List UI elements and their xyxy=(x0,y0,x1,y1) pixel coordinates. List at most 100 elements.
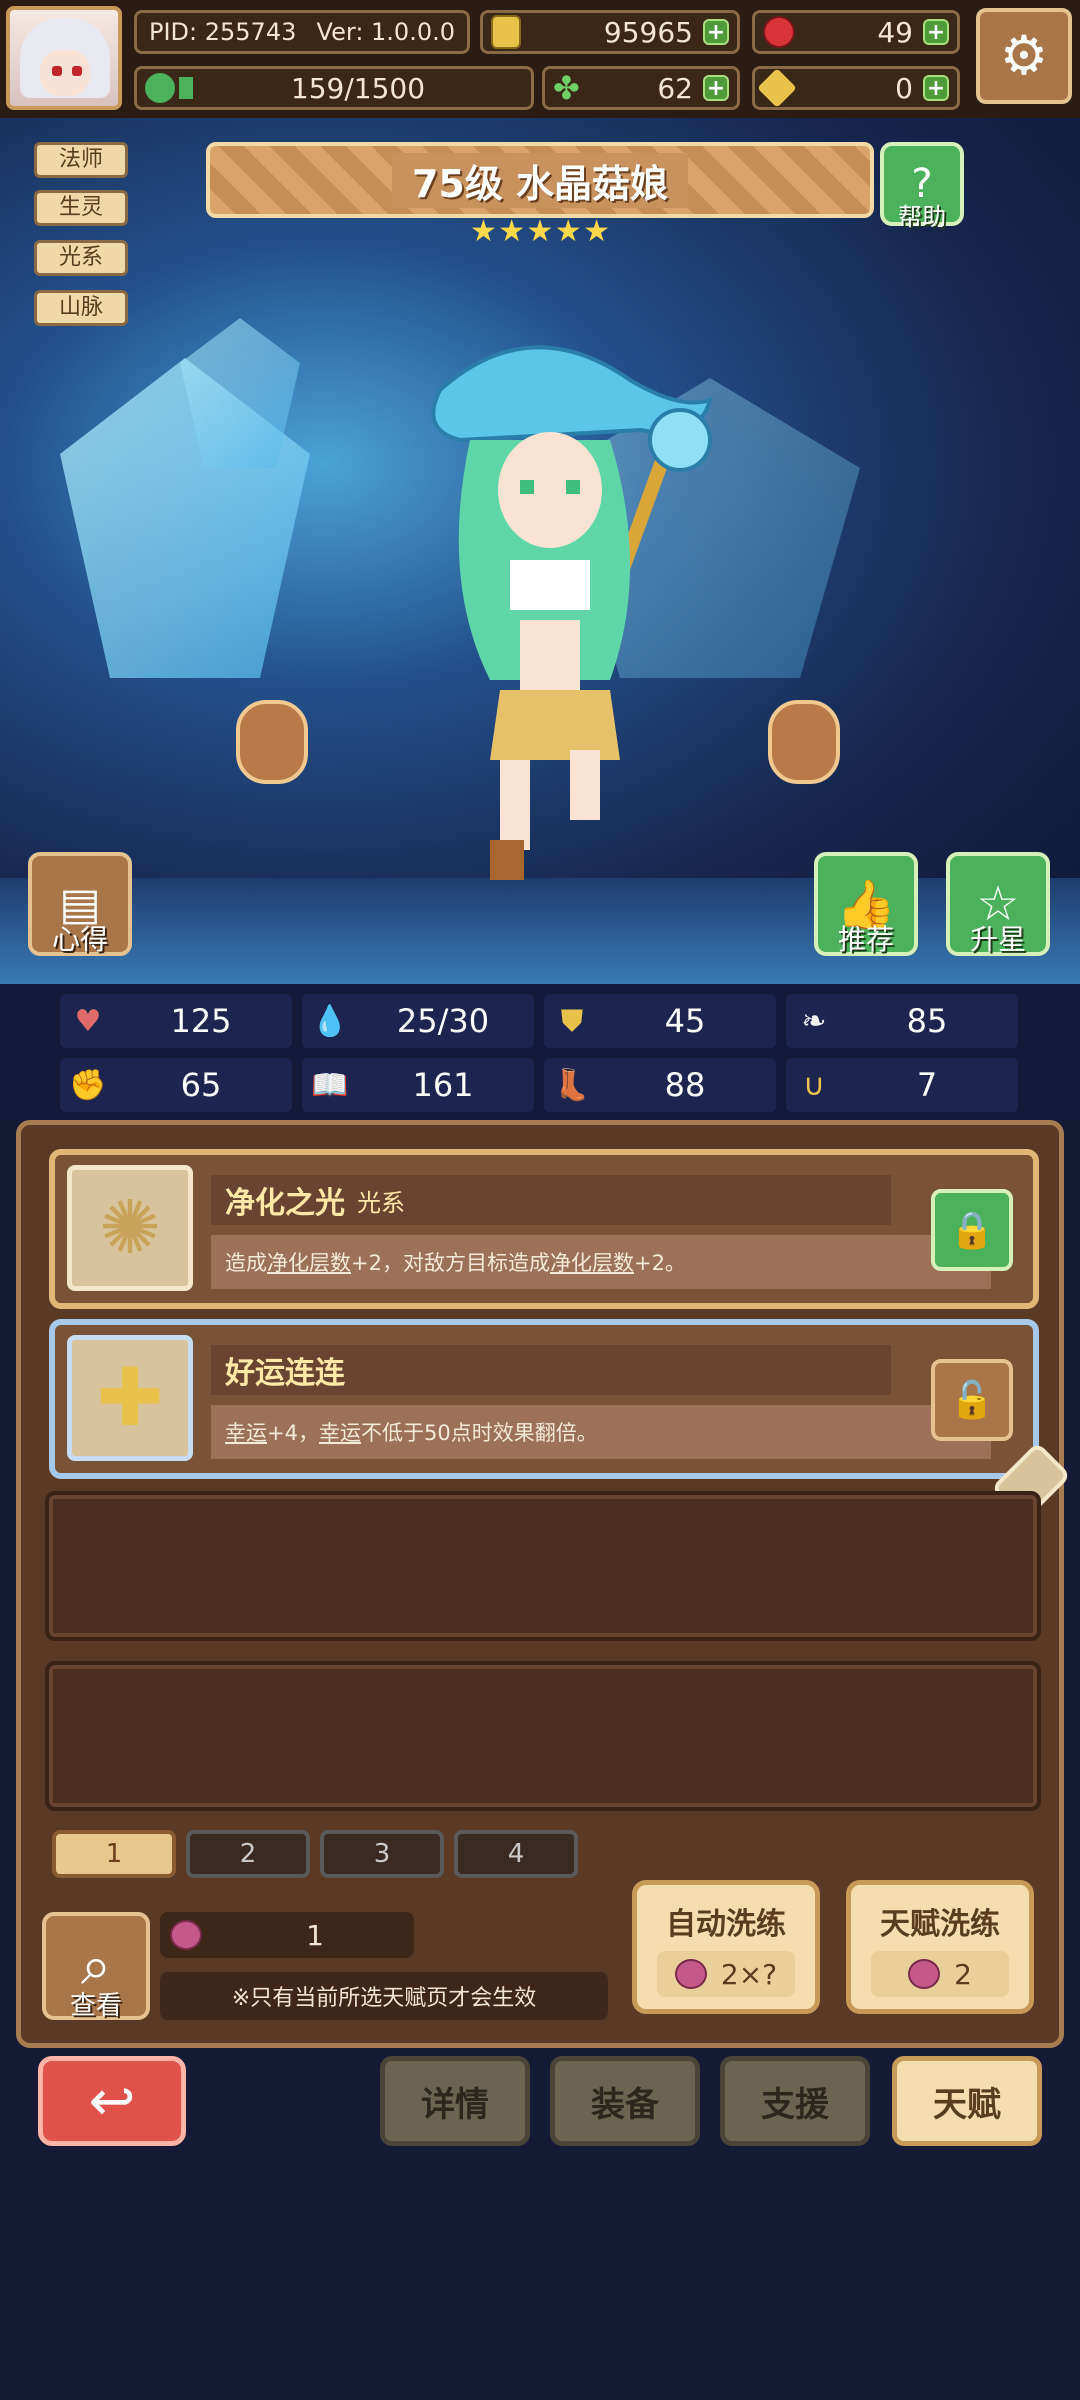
wing-icon: ❧ xyxy=(801,1003,827,1039)
auto-reroll-label: 自动洗练 xyxy=(666,1907,786,1942)
stat-luck: ∪ 7 xyxy=(786,1058,1018,1112)
exp-fill xyxy=(179,77,193,99)
add-gem-button[interactable]: + xyxy=(923,19,949,45)
clover-counter: ✤ 62 + xyxy=(542,66,740,110)
talent-description: 幸运 +4， 幸运 不低于50点时效果翻倍。 xyxy=(211,1405,991,1459)
auto-reroll-button[interactable]: 自动洗练 2×? xyxy=(632,1880,820,2014)
talent-lock-button[interactable]: 🔒 xyxy=(931,1189,1013,1271)
hero-name-banner: 75级 水晶菇娘 xyxy=(206,142,874,218)
add-gold-button[interactable]: + xyxy=(703,19,729,45)
talent-name: 净化之光 xyxy=(225,1186,345,1221)
star-icon: ★ xyxy=(498,214,526,249)
talent-unlock-button[interactable]: 🔓 xyxy=(931,1359,1013,1441)
berry-counter: 1 xyxy=(160,1912,414,1958)
gold-coin-icon xyxy=(491,15,521,49)
gold-counter: 95965 + xyxy=(480,10,740,54)
left-element-badge[interactable] xyxy=(236,700,308,784)
star-icon: ★ xyxy=(583,214,610,249)
lock-open-icon: 🔓 xyxy=(949,1380,995,1421)
exp-bar: 159/1500 xyxy=(134,66,534,110)
upstar-button[interactable]: ☆ 升星 xyxy=(946,852,1050,956)
empty-talent-slot[interactable] xyxy=(45,1661,1041,1811)
berry-icon xyxy=(908,1959,941,1989)
shield-icon: ⛊ xyxy=(560,1003,584,1039)
heart-icon: ♥ xyxy=(74,1003,102,1039)
view-button[interactable]: ⌕ 查看 xyxy=(42,1912,150,2021)
recommend-button[interactable]: 👍 推荐 xyxy=(814,852,918,956)
star-icon: ★ xyxy=(554,214,582,249)
talent-page-tab-3[interactable]: 3 xyxy=(320,1830,444,1878)
nav-talent[interactable]: 天赋 xyxy=(892,2056,1042,2146)
back-button[interactable]: ↩ xyxy=(38,2056,186,2146)
top-bar: PID: 255743 Ver: 1.0.0.0 95965 + 49 + 15… xyxy=(0,0,1080,122)
hero-character-sprite xyxy=(431,345,713,880)
talent-page-tab-2[interactable]: 2 xyxy=(186,1830,310,1878)
gem-value: 49 xyxy=(877,15,913,49)
keyword-link[interactable]: 净化层数 xyxy=(550,1247,634,1277)
pid-label: PID: 255743 xyxy=(149,18,297,46)
stat-magic: 📖 161 xyxy=(302,1058,534,1112)
gem-counter: 49 + xyxy=(752,10,960,54)
berry-icon xyxy=(674,1959,707,1989)
horseshoe-icon: ∪ xyxy=(803,1067,825,1103)
talent-reroll-label: 天赋洗练 xyxy=(880,1907,1000,1942)
player-avatar[interactable] xyxy=(6,6,122,110)
nav-support[interactable]: 支援 xyxy=(720,2056,870,2146)
empty-talent-slot[interactable] xyxy=(45,1491,1041,1641)
talent-reroll-button[interactable]: 天赋洗练 2 xyxy=(846,1880,1034,2014)
talent-element: 光系 xyxy=(357,1188,405,1217)
talent-page-tab-4[interactable]: 4 xyxy=(454,1830,578,1878)
lock-closed-icon: 🔒 xyxy=(949,1210,995,1251)
book-icon: 📖 xyxy=(311,1067,349,1103)
talent-reroll-cost: 2 xyxy=(871,1951,1009,1997)
keyword-link[interactable]: 幸运 xyxy=(319,1417,361,1447)
talent-card[interactable]: ✚ 好运连连 幸运 +4， 幸运 不低于50点时效果翻倍。 🔓 xyxy=(49,1319,1039,1479)
gold-value: 95965 xyxy=(603,15,693,49)
stat-attack: ✊ 65 xyxy=(60,1058,292,1112)
hero-title: 75级 水晶菇娘 xyxy=(391,152,689,208)
add-key-button[interactable]: + xyxy=(923,75,949,101)
tag-race[interactable]: 生灵 xyxy=(34,190,128,226)
settings-button[interactable]: ⚙ xyxy=(976,8,1072,104)
right-element-badge[interactable] xyxy=(768,700,840,784)
stat-speed: ❧ 85 xyxy=(786,994,1018,1048)
tag-element[interactable]: 光系 xyxy=(34,240,128,276)
add-clover-button[interactable]: + xyxy=(703,75,729,101)
nav-equipment[interactable]: 装备 xyxy=(550,2056,700,2146)
notes-button[interactable]: ▤ 心得 xyxy=(28,852,132,956)
talent-name-bar: 好运连连 xyxy=(211,1345,891,1395)
hero-star-rating: ★ ★ ★ ★ ★ xyxy=(470,214,610,249)
hero-stats-panel: ♥ 125 💧 25/30 ⛊ 45 ❧ 85 ✊ 65 📖 161 👢 88 … xyxy=(0,984,1080,1120)
boot-icon: 👢 xyxy=(553,1067,591,1103)
talent-name-bar: 净化之光 光系 xyxy=(211,1175,891,1225)
stat-hp: ♥ 125 xyxy=(60,994,292,1048)
keyword-link[interactable]: 净化层数 xyxy=(267,1247,351,1277)
cross-talent-icon: ✚ xyxy=(67,1335,193,1461)
tag-terrain[interactable]: 山脉 xyxy=(34,290,128,326)
auto-reroll-cost: 2×? xyxy=(657,1951,795,1997)
stat-defense: ⛊ 45 xyxy=(544,994,776,1048)
stat-agility: 👢 88 xyxy=(544,1058,776,1112)
version-label: Ver: 1.0.0.0 xyxy=(316,18,455,46)
mana-drop-icon: 💧 xyxy=(311,1003,349,1039)
red-gem-icon xyxy=(763,16,795,48)
tag-class[interactable]: 法师 xyxy=(34,142,128,178)
talent-page-note: ※只有当前所选天赋页才会生效 xyxy=(160,1972,608,2020)
pid-version-bar: PID: 255743 Ver: 1.0.0.0 xyxy=(134,10,470,54)
return-arrow-icon: ↩ xyxy=(88,2068,136,2134)
star-icon: ★ xyxy=(526,214,554,249)
upstar-label: 升星 xyxy=(969,923,1026,956)
help-button[interactable]: ? 帮助 xyxy=(880,142,964,231)
view-label: 查看 xyxy=(69,1991,122,2021)
nav-details[interactable]: 详情 xyxy=(380,2056,530,2146)
sun-talent-icon: ✺ xyxy=(67,1165,193,1291)
recommend-label: 推荐 xyxy=(837,923,894,956)
gear-icon: ⚙ xyxy=(999,24,1049,87)
clover-value: 62 xyxy=(657,71,693,105)
key-counter: 0 + xyxy=(752,66,960,110)
talent-card[interactable]: ✺ 净化之光 光系 造成 净化层数 +2，对敌方目标造成 净化层数 +2。 🔒 xyxy=(49,1149,1039,1309)
keyword-link[interactable]: 幸运 xyxy=(225,1417,267,1447)
notes-label: 心得 xyxy=(51,923,108,956)
talent-page-tab-1[interactable]: 1 xyxy=(52,1830,176,1878)
berry-count: 1 xyxy=(306,1918,324,1952)
